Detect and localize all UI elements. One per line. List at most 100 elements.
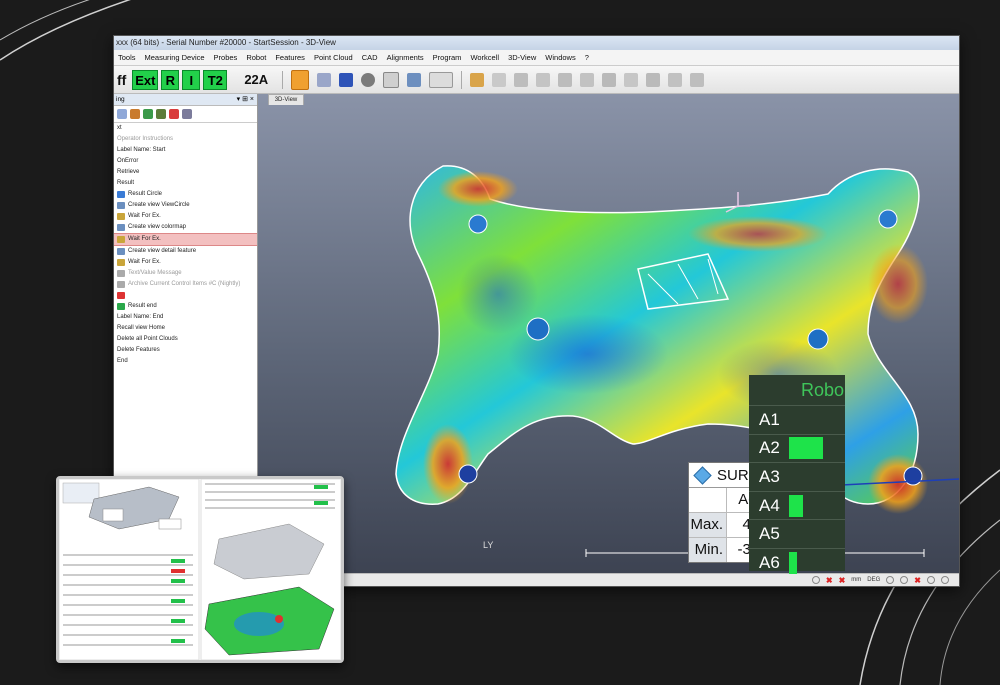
stop-square-icon[interactable] xyxy=(339,72,354,87)
rotate-icon[interactable] xyxy=(536,72,551,87)
program-step[interactable]: Create view colormap xyxy=(114,222,257,233)
report-thumbnail[interactable] xyxy=(56,476,344,663)
menu-alignments[interactable]: Alignments xyxy=(387,53,424,62)
layers-icon[interactable] xyxy=(492,72,507,87)
chart-icon[interactable] xyxy=(143,109,153,119)
step-icon[interactable] xyxy=(317,72,332,87)
menu-3d-view[interactable]: 3D-View xyxy=(508,53,536,62)
anchor-icon[interactable] xyxy=(668,72,683,87)
robot-axis-label: A2 xyxy=(759,438,780,458)
program-step-label: Result Circle xyxy=(128,191,163,197)
program-step[interactable]: OnError xyxy=(114,156,257,167)
tool-icon[interactable] xyxy=(624,72,639,87)
status-circle-icon[interactable] xyxy=(811,576,820,584)
program-panel-header: ing ▾ ⊞ × xyxy=(114,94,257,106)
program-step[interactable]: End xyxy=(114,356,257,367)
program-step[interactable]: Delete all Point Clouds xyxy=(114,334,257,345)
robot-axes-panel: Robo A1 A2 A3 A4 A5 A6 xyxy=(749,375,845,574)
ext-button[interactable]: Ext xyxy=(132,69,159,90)
program-step[interactable]: Operator Instructions xyxy=(114,134,257,145)
program-step[interactable]: Result Circle xyxy=(114,189,257,200)
options-icon[interactable] xyxy=(182,109,192,119)
run-icon[interactable] xyxy=(117,109,127,119)
r-button[interactable]: R xyxy=(161,69,180,90)
record-icon[interactable] xyxy=(361,72,376,87)
zoom-select-icon[interactable] xyxy=(429,71,454,88)
eraser-icon[interactable] xyxy=(470,72,485,87)
program-step[interactable]: Create view ViewCircle xyxy=(114,200,257,211)
callout-max-label: Max. xyxy=(689,513,727,537)
menu-help[interactable]: ? xyxy=(585,53,589,62)
cube-icon[interactable] xyxy=(407,72,422,87)
status-stop-icon[interactable] xyxy=(900,576,909,584)
menu-robot[interactable]: Robot xyxy=(246,53,266,62)
program-step[interactable]: Label Name: End xyxy=(114,312,257,323)
menu-probes[interactable]: Probes xyxy=(214,53,238,62)
save-icon[interactable] xyxy=(383,71,400,88)
tool-label: 22A xyxy=(244,72,269,87)
status-error-icon[interactable]: ✖ xyxy=(839,576,846,585)
status-circle-icon[interactable] xyxy=(941,576,949,584)
pan-icon[interactable] xyxy=(558,72,573,87)
status-eye-icon[interactable] xyxy=(886,576,895,584)
hourglass-icon xyxy=(117,236,125,243)
program-step[interactable]: Retrieve xyxy=(114,167,257,178)
program-step-label: Create view colormap xyxy=(128,224,187,230)
program-step[interactable]: Text/Value Message xyxy=(114,268,257,279)
status-error-icon[interactable]: ✖ xyxy=(914,576,921,585)
program-step-label: Wait For Ex. xyxy=(128,236,161,242)
message-icon xyxy=(117,270,125,277)
program-step[interactable] xyxy=(114,290,257,301)
program-step[interactable]: xt xyxy=(114,123,257,134)
status-error-icon[interactable]: ✖ xyxy=(826,576,833,585)
program-step[interactable]: Wait For Ex. xyxy=(114,233,257,246)
measure-icon[interactable] xyxy=(580,72,595,87)
main-toolbar: ff Ext R I T2 22A xyxy=(114,66,959,94)
program-step[interactable]: Wait For Ex. xyxy=(114,211,257,222)
robot-axis-label: A5 xyxy=(759,524,780,544)
angle-unit-label[interactable]: DEG xyxy=(867,577,880,583)
program-step[interactable]: Delete Features xyxy=(114,345,257,356)
play-icon[interactable] xyxy=(169,109,179,119)
program-step[interactable]: Label Name: Start xyxy=(114,145,257,156)
menu-measuring-device[interactable]: Measuring Device xyxy=(145,53,205,62)
status-circle-icon[interactable] xyxy=(927,576,935,584)
program-step-label: Archive Current Control Items #C (Nightl… xyxy=(128,281,241,287)
panel-close-icon[interactable]: ▾ ⊞ × xyxy=(237,94,254,105)
3d-viewport[interactable]: 3D-View LY SURF1 Max. Min. xyxy=(258,94,959,573)
program-step-label: Label Name: Start xyxy=(117,147,166,153)
toolbar-separator xyxy=(461,70,463,89)
program-step[interactable]: Result end xyxy=(114,301,257,312)
tree-icon[interactable] xyxy=(156,109,166,119)
stop-icon xyxy=(117,292,125,299)
program-step[interactable]: Archive Current Control Items #C (Nightl… xyxy=(114,279,257,290)
colormap-part xyxy=(395,165,959,557)
menu-workcell[interactable]: Workcell xyxy=(470,53,499,62)
program-step[interactable]: Recall view Home xyxy=(114,323,257,334)
menu-point-cloud[interactable]: Point Cloud xyxy=(314,53,353,62)
t2-button[interactable]: T2 xyxy=(203,69,228,90)
tools-icon[interactable] xyxy=(130,109,140,119)
settings-icon[interactable] xyxy=(690,72,705,87)
robot-axis-row: A6 xyxy=(749,547,845,577)
robot-arm-icon[interactable] xyxy=(602,72,617,87)
align-icon[interactable] xyxy=(514,72,529,87)
program-step-label: Create view detail feature xyxy=(128,248,197,254)
gripper-icon[interactable] xyxy=(646,72,661,87)
program-step-label: OnError xyxy=(117,158,139,164)
menu-tools[interactable]: Tools xyxy=(118,53,136,62)
menu-features[interactable]: Features xyxy=(275,53,305,62)
pointer-icon[interactable] xyxy=(291,69,310,90)
menu-windows[interactable]: Windows xyxy=(545,53,575,62)
program-step-label: Delete Features xyxy=(117,347,160,353)
program-step-list: xt Operator Instructions Label Name: Start… xyxy=(114,123,257,367)
menu-cad[interactable]: CAD xyxy=(362,53,378,62)
unit-label[interactable]: mm xyxy=(851,577,861,583)
diamond-icon xyxy=(693,465,712,485)
program-step[interactable]: Wait For Ex. xyxy=(114,257,257,268)
i-button[interactable]: I xyxy=(182,69,201,90)
program-step[interactable]: Result xyxy=(114,178,257,189)
menu-program[interactable]: Program xyxy=(433,53,462,62)
program-step[interactable]: Create view detail feature xyxy=(114,246,257,257)
robot-panel-title: Robo xyxy=(801,380,845,400)
